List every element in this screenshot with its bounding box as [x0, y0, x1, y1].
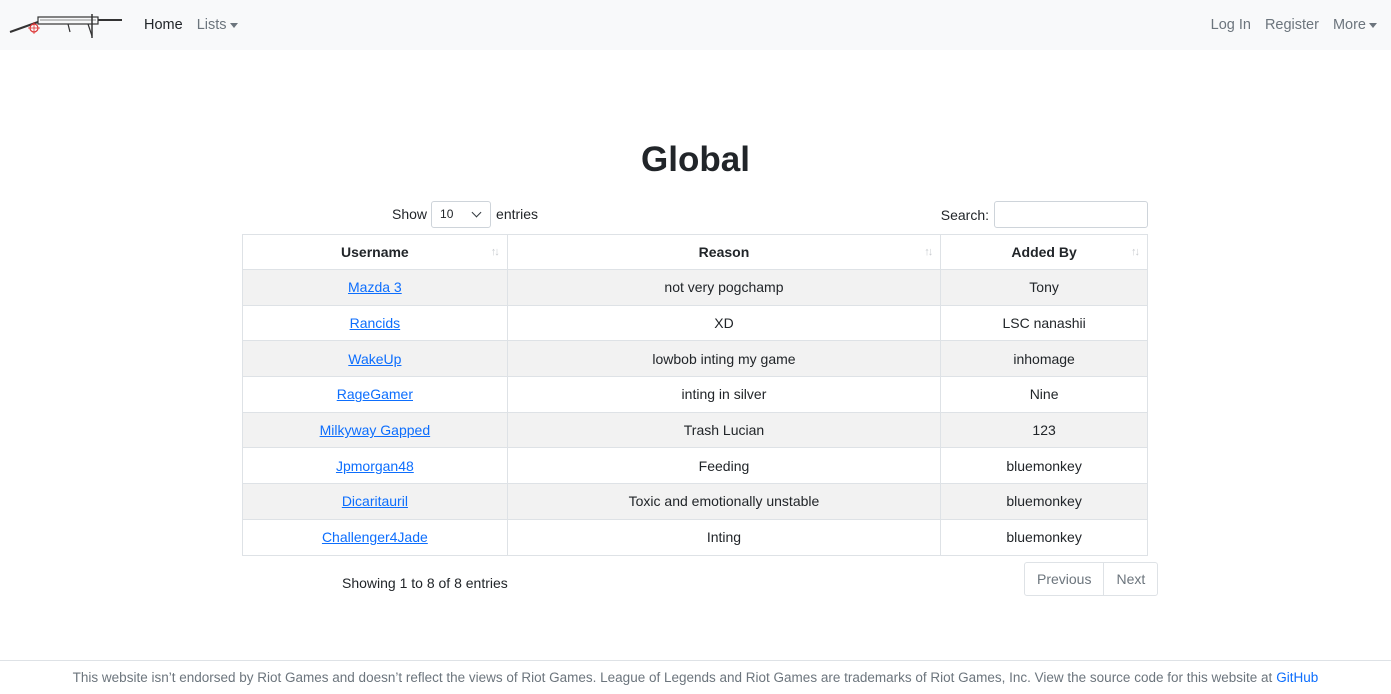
table-info: Showing 1 to 8 of 8 entries	[342, 575, 508, 591]
added-by-cell: Nine	[940, 376, 1148, 413]
column-header-username[interactable]: Username ↑↓	[242, 234, 508, 270]
table-header-row: Username ↑↓ Reason ↑↓ Added By ↑↓	[242, 234, 1148, 270]
search-input[interactable]	[994, 201, 1148, 228]
nav-home-link[interactable]: Home	[144, 17, 183, 33]
column-header-label: Added By	[1011, 244, 1077, 260]
sort-icon: ↑↓	[490, 246, 500, 258]
search-control: Search:	[941, 201, 1148, 228]
username-link[interactable]: Mazda 3	[348, 279, 402, 295]
nav-home-label: Home	[144, 17, 183, 33]
nav-lists-dropdown[interactable]: Lists	[197, 17, 238, 33]
footer-text: This website isn’t endorsed by Riot Game…	[72, 670, 1273, 685]
added-by-cell: 123	[940, 411, 1148, 449]
added-by-cell: Tony	[940, 269, 1148, 306]
page-length-select[interactable]: 10	[431, 200, 492, 228]
username-cell: Mazda 3	[242, 269, 508, 306]
username-cell: RageGamer	[242, 376, 508, 413]
page-length-value: 10	[440, 207, 454, 221]
column-header-label: Username	[341, 244, 409, 260]
username-cell: Jpmorgan48	[242, 447, 508, 485]
username-cell: Rancids	[242, 304, 508, 342]
added-by-cell: inhomage	[940, 340, 1148, 378]
added-by-cell: bluemonkey	[940, 518, 1148, 556]
caret-down-icon	[229, 23, 238, 28]
username-link[interactable]: WakeUp	[348, 351, 401, 367]
nav-more-dropdown[interactable]: More	[1333, 17, 1377, 33]
table-row: Mazda 3 not very pogchamp Tony	[242, 269, 1148, 306]
sort-icon: ↑↓	[1131, 246, 1140, 258]
nav-more-label: More	[1332, 17, 1366, 33]
column-header-added-by[interactable]: Added By ↑↓	[940, 234, 1148, 270]
username-link[interactable]: Jpmorgan48	[336, 458, 414, 474]
table-row: Milkyway Gapped Trash Lucian 123	[242, 411, 1148, 449]
username-cell: Milkyway Gapped	[242, 411, 508, 449]
reason-cell: inting in silver	[506, 376, 942, 413]
caret-down-icon	[1369, 23, 1377, 28]
nav-login-label: Log In	[1210, 17, 1251, 33]
reason-cell: Toxic and emotionally unstable	[506, 483, 942, 520]
github-link[interactable]: GitHub	[1276, 670, 1318, 685]
table-row: WakeUp lowbob inting my game inhomage	[242, 340, 1148, 378]
reason-cell: Trash Lucian	[506, 411, 942, 449]
added-by-cell: bluemonkey	[940, 483, 1148, 520]
username-cell: Dicaritauril	[242, 483, 508, 520]
footer: This website isn’t endorsed by Riot Game…	[0, 660, 1391, 694]
table-row: Jpmorgan48 Feeding bluemonkey	[242, 447, 1148, 485]
previous-page-button[interactable]: Previous	[1025, 563, 1103, 595]
reason-cell: Feeding	[506, 447, 942, 485]
reason-cell: lowbob inting my game	[506, 340, 942, 378]
show-label: Show	[392, 206, 428, 222]
page-title: Global	[641, 140, 750, 179]
pagination: Previous Next	[1024, 562, 1159, 596]
username-link[interactable]: Challenger4Jade	[322, 529, 428, 545]
username-cell: Challenger4Jade	[242, 518, 508, 556]
nav-register-label: Register	[1264, 17, 1319, 33]
table-row: Rancids XD LSC nanashii	[242, 304, 1148, 342]
added-by-cell: bluemonkey	[940, 447, 1148, 485]
navbar: Home Lists Log In Register More	[0, 0, 1391, 50]
username-link[interactable]: Dicaritauril	[342, 493, 408, 509]
table-row: RageGamer inting in silver Nine	[242, 376, 1148, 413]
column-header-reason[interactable]: Reason ↑↓	[506, 234, 942, 270]
reason-cell: XD	[506, 304, 942, 342]
rifle-logo-icon[interactable]	[8, 10, 124, 42]
page-length-control: Show 10 entries	[392, 200, 539, 228]
chevron-down-icon	[471, 207, 482, 217]
reason-cell: Inting	[506, 518, 942, 556]
reason-cell: not very pogchamp	[506, 269, 942, 306]
sort-icon: ↑↓	[924, 246, 933, 258]
nav-right: Log In Register More	[1211, 0, 1377, 50]
table-row: Dicaritauril Toxic and emotionally unsta…	[242, 483, 1148, 520]
search-label: Search:	[940, 206, 989, 223]
table-row: Challenger4Jade Inting bluemonkey	[242, 518, 1148, 556]
column-header-label: Reason	[698, 244, 750, 260]
nav-left: Home Lists	[144, 0, 238, 50]
global-list-table: Username ↑↓ Reason ↑↓ Added By ↑↓ Mazda 3 n…	[242, 234, 1148, 556]
nav-register-link[interactable]: Register	[1265, 17, 1319, 33]
entries-label: entries	[496, 206, 539, 222]
added-by-cell: LSC nanashii	[940, 304, 1148, 342]
next-page-button[interactable]: Next	[1103, 563, 1157, 595]
nav-lists-label: Lists	[196, 17, 227, 33]
username-link[interactable]: Milkyway Gapped	[320, 422, 431, 438]
username-link[interactable]: Rancids	[350, 315, 401, 331]
username-cell: WakeUp	[242, 340, 508, 378]
nav-login-link[interactable]: Log In	[1211, 17, 1251, 33]
username-link[interactable]: RageGamer	[337, 386, 413, 402]
